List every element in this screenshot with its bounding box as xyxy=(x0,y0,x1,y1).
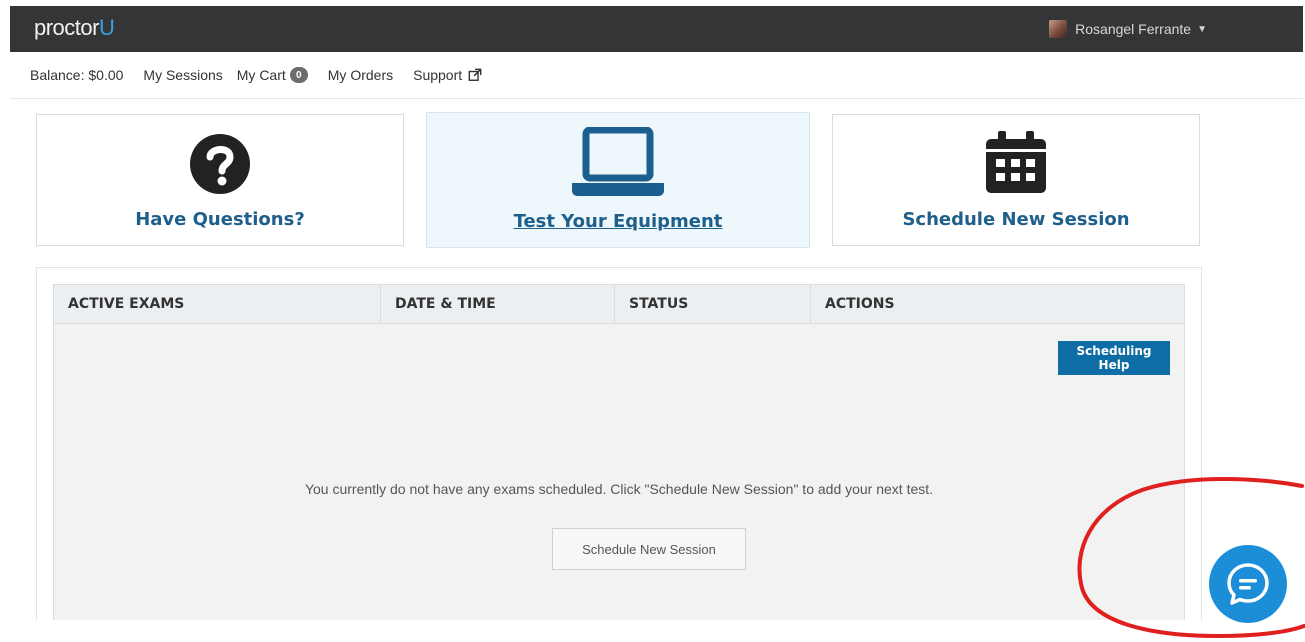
card-schedule-new-session[interactable]: Schedule New Session xyxy=(832,114,1200,246)
empty-state-message: You currently do not have any exams sche… xyxy=(304,481,934,497)
column-header-status: STATUS xyxy=(615,285,811,323)
user-menu[interactable]: Rosangel Ferrante ▼ xyxy=(1049,20,1207,38)
app-frame: proctorU Rosangel Ferrante ▼ Balance: $0… xyxy=(10,6,1303,620)
sub-navigation: Balance: $0.00 My Sessions My Cart 0 My … xyxy=(10,52,1303,99)
nav-my-orders[interactable]: My Orders xyxy=(328,67,393,83)
nav-support[interactable]: Support xyxy=(413,67,482,83)
scheduling-help-button[interactable]: Scheduling Help xyxy=(1058,341,1170,375)
column-header-actions: ACTIONS xyxy=(825,296,895,312)
schedule-new-session-button[interactable]: Schedule New Session xyxy=(552,528,746,570)
external-link-icon xyxy=(468,68,482,81)
calendar-icon xyxy=(986,131,1046,193)
question-circle-icon xyxy=(190,134,250,194)
card-test-equipment[interactable]: Test Your Equipment xyxy=(426,112,810,248)
cart-count-badge: 0 xyxy=(289,67,308,83)
card-have-questions[interactable]: Have Questions? xyxy=(36,114,404,246)
avatar xyxy=(1049,20,1068,38)
card-label: Have Questions? xyxy=(135,209,305,230)
proctoru-logo[interactable]: proctorU xyxy=(34,16,115,40)
user-name: Rosangel Ferrante xyxy=(1075,21,1192,37)
nav-my-sessions[interactable]: My Sessions xyxy=(143,67,222,83)
column-header-date-time: DATE & TIME xyxy=(381,285,615,323)
laptop-icon xyxy=(572,127,664,196)
caret-down-icon: ▼ xyxy=(1197,23,1207,35)
chat-button[interactable] xyxy=(1209,545,1287,623)
balance: Balance: $0.00 xyxy=(30,67,124,83)
card-label: Test Your Equipment xyxy=(513,211,723,232)
exams-table: ACTIVE EXAMS DATE & TIME STATUS ACTIONS … xyxy=(53,284,1185,620)
card-label: Schedule New Session xyxy=(902,209,1130,230)
table-header: ACTIVE EXAMS DATE & TIME STATUS ACTIONS xyxy=(54,285,1184,324)
nav-my-cart[interactable]: My Cart 0 xyxy=(237,67,308,83)
top-bar: proctorU Rosangel Ferrante ▼ xyxy=(10,6,1303,52)
exams-panel: ACTIVE EXAMS DATE & TIME STATUS ACTIONS … xyxy=(36,267,1202,620)
column-header-active-exams: ACTIVE EXAMS xyxy=(54,285,381,323)
chat-bubble-icon xyxy=(1227,563,1269,605)
